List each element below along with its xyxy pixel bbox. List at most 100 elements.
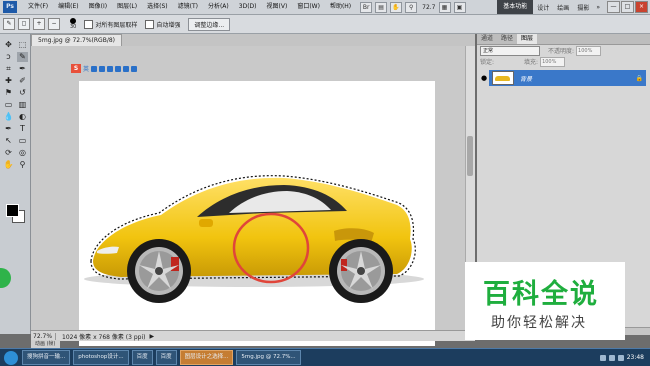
menu-tool-icons: Br ▤ ✋ ⚲ 72.7 ▦ ▣ [360, 1, 466, 13]
menu-view[interactable]: 视图(V) [262, 0, 293, 14]
sogou-user-icon[interactable] [115, 65, 122, 72]
tab-channels[interactable]: 通道 [477, 34, 497, 44]
menu-layer[interactable]: 图层(L) [112, 0, 142, 14]
image-canvas[interactable] [79, 81, 435, 346]
brush-size: 30 [70, 24, 77, 30]
sample-all-layers[interactable]: 对所有图层取样 [84, 19, 138, 29]
layer-row-background[interactable]: ● 背景 🔒 [479, 70, 646, 86]
move-tool-icon[interactable]: ✥ [3, 40, 14, 50]
quick-select-tool-icon[interactable]: ✎ [3, 18, 15, 30]
lasso-tool-icon[interactable]: ↄ [3, 52, 14, 62]
hand-icon[interactable]: ✋ [390, 1, 403, 13]
maximize-button[interactable]: □ [621, 1, 634, 13]
sogou-wrench-icon[interactable] [131, 65, 138, 72]
3d-rotate-tool-icon[interactable]: ⟳ [3, 148, 14, 158]
document-info: 1024 像素 x 768 像素 (3 ppi) [62, 333, 146, 341]
auto-enhance[interactable]: 自动增强 [145, 19, 180, 29]
menu-filter[interactable]: 滤镜(T) [173, 0, 203, 14]
sogou-shirt-icon[interactable] [123, 65, 130, 72]
zoom-level-menu[interactable]: 72.7 [422, 4, 435, 11]
menu-analysis[interactable]: 分析(A) [203, 0, 234, 14]
workspace-paint[interactable]: 绘画 [553, 3, 573, 12]
brush-picker[interactable]: 30 [70, 18, 76, 30]
gradient-tool-icon[interactable]: ▥ [17, 100, 28, 110]
start-button[interactable] [4, 350, 18, 365]
eyedropper-tool-icon[interactable]: ✒ [17, 64, 28, 74]
crop-tool-icon[interactable]: ⌗ [3, 64, 14, 74]
minibridge-icon[interactable]: ▤ [375, 1, 388, 13]
dodge-tool-icon[interactable]: ◐ [17, 112, 28, 122]
tray-ime-icon[interactable] [617, 354, 624, 361]
taskbar-app[interactable]: 5mg.jpg @ 72.7%... [236, 350, 301, 365]
healing-tool-icon[interactable]: ✚ [3, 76, 14, 86]
tray-volume-icon[interactable] [608, 354, 615, 361]
tray-network-icon[interactable] [599, 354, 606, 361]
workspace-essentials[interactable]: 基本功能 [497, 0, 534, 14]
sogou-punct-icon[interactable] [99, 65, 106, 72]
close-button[interactable]: × [635, 1, 648, 13]
menu-file[interactable]: 文件(F) [23, 0, 53, 14]
brush-tool-icon[interactable]: ✐ [17, 76, 28, 86]
taskbar-app-active[interactable]: 图层设计之选择... [179, 350, 234, 365]
main-menu: 文件(F) 编辑(E) 图像(I) 图层(L) 选择(S) 滤镜(T) 分析(A… [23, 0, 356, 14]
minimize-button[interactable]: — [607, 1, 620, 13]
blur-tool-icon[interactable]: 💧 [3, 112, 14, 122]
shape-tool-icon[interactable]: ▭ [17, 136, 28, 146]
clock[interactable]: 23:48 [627, 354, 644, 361]
hand-tool-icon[interactable]: ✋ [3, 160, 14, 170]
zoom-field[interactable]: 72.7% [31, 332, 56, 340]
sogou-lang-toggle[interactable]: 英 [83, 64, 89, 73]
workspace-design[interactable]: 设计 [533, 3, 553, 12]
zoom-tool-icon[interactable]: ⚲ [17, 160, 28, 170]
new-selection-icon[interactable]: ◻ [18, 18, 30, 30]
menu-edit[interactable]: 编辑(E) [53, 0, 83, 14]
quick-selection-tool-icon[interactable]: ✎ [17, 52, 28, 62]
workspace-more-icon[interactable]: » [593, 4, 603, 11]
pen-tool-icon[interactable]: ✒ [3, 124, 14, 134]
eraser-tool-icon[interactable]: ▭ [3, 100, 14, 110]
eye-icon[interactable]: ● [479, 70, 489, 86]
arrange-icon[interactable]: ▦ [438, 1, 451, 13]
blend-mode-select[interactable]: 正常 [480, 45, 540, 56]
fill-input[interactable]: 100% [540, 56, 566, 67]
auto-enhance-checkbox[interactable] [145, 19, 155, 29]
sogou-keyboard-icon[interactable] [107, 65, 114, 72]
menu-select[interactable]: 选择(S) [142, 0, 173, 14]
sogou-moon-icon[interactable] [91, 65, 98, 72]
screen-mode-icon[interactable]: ▣ [453, 1, 466, 13]
subtract-selection-icon[interactable]: − [48, 18, 60, 30]
bridge-icon[interactable]: Br [360, 1, 373, 13]
add-selection-icon[interactable]: + [33, 18, 45, 30]
workspace-photo[interactable]: 摄影 [573, 3, 593, 12]
stamp-tool-icon[interactable]: ⚑ [3, 88, 14, 98]
info-arrow-icon[interactable]: ▶ [150, 333, 155, 340]
sample-all-layers-label: 对所有图层取样 [95, 21, 138, 29]
opacity-input[interactable]: 100% [576, 45, 602, 56]
history-brush-tool-icon[interactable]: ↺ [17, 88, 28, 98]
taskbar-app[interactable]: 搜狗拼音一输... [22, 350, 71, 365]
layer-name[interactable]: 背景 [520, 74, 532, 83]
status-bar: 72.7% 1024 像素 x 768 像素 (3 ppi) ▶ [31, 330, 475, 341]
taskbar-app[interactable]: photoshop设计... [73, 350, 129, 365]
menu-3d[interactable]: 3D(D) [234, 0, 262, 14]
path-select-tool-icon[interactable]: ↖ [3, 136, 14, 146]
sample-all-layers-checkbox[interactable] [84, 19, 94, 29]
taskbar-app[interactable]: 百度 [155, 350, 177, 365]
menu-image[interactable]: 图像(I) [84, 0, 112, 14]
menu-window[interactable]: 窗口(W) [292, 0, 325, 14]
refine-edge-button[interactable]: 调整边缘... [188, 17, 231, 31]
scrollbar-thumb[interactable] [467, 136, 473, 176]
tab-paths[interactable]: 路径 [497, 34, 517, 44]
tab-layers[interactable]: 图层 [517, 34, 538, 44]
taskbar-app[interactable]: 百度 [131, 350, 153, 365]
foreground-color-swatch[interactable] [6, 204, 19, 217]
zoom-icon[interactable]: ⚲ [405, 1, 418, 13]
layer-thumbnail [492, 71, 514, 85]
type-tool-icon[interactable]: T [17, 124, 28, 134]
marquee-tool-icon[interactable]: ⬚ [17, 40, 28, 50]
taskbar: 搜狗拼音一输... photoshop设计... 百度 百度 图层设计之选择..… [0, 348, 650, 366]
menu-help[interactable]: 帮助(H) [325, 0, 356, 14]
animation-panel-tab[interactable]: 动画 (帧) [31, 340, 60, 348]
3d-orbit-tool-icon[interactable]: ◎ [17, 148, 28, 158]
sogou-logo-icon[interactable]: S [71, 64, 81, 73]
